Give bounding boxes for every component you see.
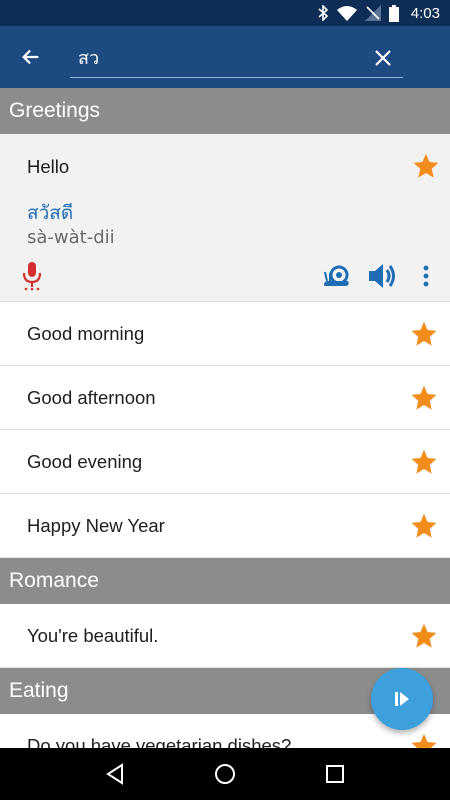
play-all-button[interactable] <box>371 668 433 730</box>
favorite-button[interactable] <box>408 510 440 542</box>
clear-search-button[interactable] <box>363 38 403 78</box>
search-field <box>70 38 403 78</box>
triangle-back-icon <box>106 763 123 785</box>
expanded-phrase-card[interactable]: Hello สวัสดี sà-wàt-dii <box>0 134 450 302</box>
favorite-button[interactable] <box>408 382 440 414</box>
phrase-label: Hello <box>27 156 70 177</box>
battery-icon <box>388 4 399 22</box>
toolbar <box>0 26 450 88</box>
close-icon <box>375 49 391 66</box>
more-vert-icon <box>423 265 429 287</box>
microphone-icon <box>22 262 42 291</box>
favorite-button[interactable] <box>408 318 440 350</box>
slow-play-button[interactable] <box>322 261 352 291</box>
list-item[interactable]: Happy New Year <box>0 494 450 558</box>
no-signal-icon <box>364 5 381 21</box>
favorite-button[interactable] <box>408 446 440 478</box>
star-icon <box>411 623 437 648</box>
status-time: 4:03 <box>410 4 440 22</box>
search-input[interactable] <box>70 39 363 76</box>
star-icon <box>411 321 437 346</box>
section-header-romance: Romance <box>0 558 450 604</box>
list-item[interactable]: Good afternoon <box>0 366 450 430</box>
star-icon <box>413 153 439 178</box>
star-icon <box>411 449 437 474</box>
bluetooth-icon <box>318 5 328 21</box>
list-item[interactable]: Good morning <box>0 302 450 366</box>
nav-home-button[interactable] <box>201 750 249 798</box>
favorite-button[interactable] <box>408 730 440 748</box>
phrase-label: Good morning <box>27 322 145 344</box>
phrase-label: Good evening <box>27 450 143 472</box>
transliteration: sà-wàt-dii <box>27 227 115 248</box>
star-icon <box>411 513 437 538</box>
list-item[interactable]: Good evening <box>0 430 450 494</box>
wifi-icon <box>336 6 357 21</box>
navigation-bar <box>0 748 450 800</box>
play-audio-button[interactable] <box>366 260 398 292</box>
thai-translation: สวัสดี <box>27 202 74 224</box>
play-icon <box>395 692 409 706</box>
favorite-button[interactable] <box>408 620 440 652</box>
square-recents-icon <box>326 765 344 783</box>
circle-home-icon <box>215 764 235 784</box>
speaker-icon <box>369 264 395 288</box>
record-button[interactable] <box>18 260 46 292</box>
phrase-label: Do you have vegetarian dishes? <box>27 734 292 749</box>
snail-icon <box>324 265 349 286</box>
list-item[interactable]: You're beautiful. <box>0 604 450 668</box>
section-header-greetings: Greetings <box>0 88 450 134</box>
nav-recents-button[interactable] <box>311 750 359 798</box>
more-options-button[interactable] <box>416 260 436 292</box>
star-icon <box>411 733 437 748</box>
status-bar: 4:03 <box>0 0 450 26</box>
phrase-label: Happy New Year <box>27 514 165 536</box>
nav-back-button[interactable] <box>91 750 139 798</box>
back-button[interactable] <box>0 26 62 88</box>
phrase-list: Greetings Hello สวัสดี sà-wàt-dii Good m… <box>0 88 450 748</box>
favorite-button[interactable] <box>410 150 442 182</box>
arrow-back-icon <box>22 49 39 65</box>
star-icon <box>411 385 437 410</box>
phrase-label: You're beautiful. <box>27 624 159 646</box>
phrase-label: Good afternoon <box>27 386 156 408</box>
